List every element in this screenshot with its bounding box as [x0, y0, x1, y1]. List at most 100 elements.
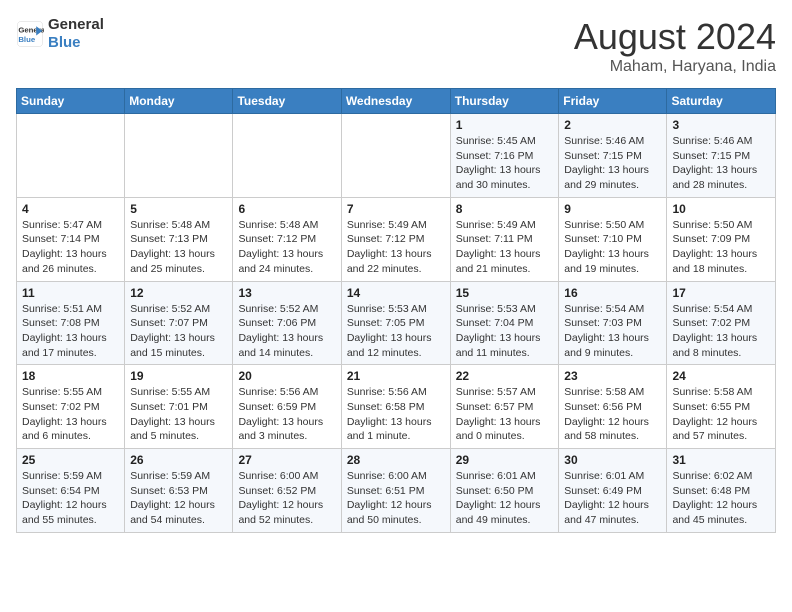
calendar-cell: 2 Sunrise: 5:46 AM Sunset: 7:15 PM Daylig… — [559, 114, 667, 198]
calendar-cell: 27 Sunrise: 6:00 AM Sunset: 6:52 PM Dayli… — [233, 449, 341, 533]
day-number: 22 — [456, 369, 554, 383]
day-info: Sunrise: 6:00 AM Sunset: 6:51 PM Dayligh… — [347, 469, 445, 528]
day-info: Sunrise: 5:49 AM Sunset: 7:11 PM Dayligh… — [456, 218, 554, 277]
day-number: 28 — [347, 453, 445, 467]
day-info: Sunrise: 5:53 AM Sunset: 7:05 PM Dayligh… — [347, 302, 445, 361]
day-number: 31 — [672, 453, 770, 467]
weekday-header-wednesday: Wednesday — [341, 89, 450, 114]
day-info: Sunrise: 5:55 AM Sunset: 7:02 PM Dayligh… — [22, 385, 119, 444]
calendar-cell — [341, 114, 450, 198]
calendar-cell: 17 Sunrise: 5:54 AM Sunset: 7:02 PM Dayli… — [667, 281, 776, 365]
calendar-cell: 9 Sunrise: 5:50 AM Sunset: 7:10 PM Daylig… — [559, 197, 667, 281]
day-info: Sunrise: 5:48 AM Sunset: 7:12 PM Dayligh… — [238, 218, 335, 277]
day-info: Sunrise: 5:59 AM Sunset: 6:54 PM Dayligh… — [22, 469, 119, 528]
day-info: Sunrise: 5:47 AM Sunset: 7:14 PM Dayligh… — [22, 218, 119, 277]
day-info: Sunrise: 5:55 AM Sunset: 7:01 PM Dayligh… — [130, 385, 227, 444]
day-info: Sunrise: 5:50 AM Sunset: 7:09 PM Dayligh… — [672, 218, 770, 277]
day-number: 6 — [238, 202, 335, 216]
calendar-cell: 16 Sunrise: 5:54 AM Sunset: 7:03 PM Dayli… — [559, 281, 667, 365]
calendar-cell: 24Sunrise: 5:58 AM Sunset: 6:55 PM Dayli… — [667, 365, 776, 449]
day-info: Sunrise: 6:01 AM Sunset: 6:49 PM Dayligh… — [564, 469, 661, 528]
day-info: Sunrise: 5:49 AM Sunset: 7:12 PM Dayligh… — [347, 218, 445, 277]
calendar-cell: 5 Sunrise: 5:48 AM Sunset: 7:13 PM Daylig… — [125, 197, 233, 281]
day-number: 13 — [238, 286, 335, 300]
day-number: 1 — [456, 118, 554, 132]
day-info: Sunrise: 5:58 AM Sunset: 6:55 PM Dayligh… — [672, 385, 770, 444]
day-number: 26 — [130, 453, 227, 467]
weekday-header-friday: Friday — [559, 89, 667, 114]
svg-text:Blue: Blue — [18, 35, 36, 44]
day-number: 3 — [672, 118, 770, 132]
day-number: 19 — [130, 369, 227, 383]
day-info: Sunrise: 5:58 AM Sunset: 6:56 PM Dayligh… — [564, 385, 661, 444]
day-number: 17 — [672, 286, 770, 300]
day-info: Sunrise: 5:59 AM Sunset: 6:53 PM Dayligh… — [130, 469, 227, 528]
day-info: Sunrise: 5:50 AM Sunset: 7:10 PM Dayligh… — [564, 218, 661, 277]
day-number: 27 — [238, 453, 335, 467]
weekday-header-tuesday: Tuesday — [233, 89, 341, 114]
weekday-header-saturday: Saturday — [667, 89, 776, 114]
month-year-title: August 2024 — [574, 16, 776, 58]
day-info: Sunrise: 5:52 AM Sunset: 7:06 PM Dayligh… — [238, 302, 335, 361]
calendar-table: SundayMondayTuesdayWednesdayThursdayFrid… — [16, 88, 776, 533]
day-info: Sunrise: 5:46 AM Sunset: 7:15 PM Dayligh… — [672, 134, 770, 193]
day-info: Sunrise: 5:54 AM Sunset: 7:03 PM Dayligh… — [564, 302, 661, 361]
calendar-cell: 30 Sunrise: 6:01 AM Sunset: 6:49 PM Dayli… — [559, 449, 667, 533]
day-number: 9 — [564, 202, 661, 216]
calendar-cell: 14Sunrise: 5:53 AM Sunset: 7:05 PM Dayli… — [341, 281, 450, 365]
day-number: 20 — [238, 369, 335, 383]
day-number: 10 — [672, 202, 770, 216]
day-number: 23 — [564, 369, 661, 383]
weekday-header-thursday: Thursday — [450, 89, 559, 114]
weekday-header-sunday: Sunday — [17, 89, 125, 114]
calendar-cell: 1 Sunrise: 5:45 AM Sunset: 7:16 PM Daylig… — [450, 114, 559, 198]
calendar-cell: 31 Sunrise: 6:02 AM Sunset: 6:48 PM Dayli… — [667, 449, 776, 533]
calendar-cell: 11 Sunrise: 5:51 AM Sunset: 7:08 PM Dayli… — [17, 281, 125, 365]
day-info: Sunrise: 5:46 AM Sunset: 7:15 PM Dayligh… — [564, 134, 661, 193]
day-info: Sunrise: 5:48 AM Sunset: 7:13 PM Dayligh… — [130, 218, 227, 277]
day-number: 11 — [22, 286, 119, 300]
calendar-cell: 25Sunrise: 5:59 AM Sunset: 6:54 PM Dayli… — [17, 449, 125, 533]
calendar-cell — [17, 114, 125, 198]
calendar-cell: 18Sunrise: 5:55 AM Sunset: 7:02 PM Dayli… — [17, 365, 125, 449]
day-number: 15 — [456, 286, 554, 300]
day-info: Sunrise: 5:56 AM Sunset: 6:59 PM Dayligh… — [238, 385, 335, 444]
day-info: Sunrise: 5:45 AM Sunset: 7:16 PM Dayligh… — [456, 134, 554, 193]
calendar-cell: 28 Sunrise: 6:00 AM Sunset: 6:51 PM Dayli… — [341, 449, 450, 533]
day-number: 2 — [564, 118, 661, 132]
day-number: 8 — [456, 202, 554, 216]
calendar-cell: 29 Sunrise: 6:01 AM Sunset: 6:50 PM Dayli… — [450, 449, 559, 533]
day-number: 5 — [130, 202, 227, 216]
day-info: Sunrise: 6:01 AM Sunset: 6:50 PM Dayligh… — [456, 469, 554, 528]
calendar-cell — [233, 114, 341, 198]
calendar-cell: 13 Sunrise: 5:52 AM Sunset: 7:06 PM Dayli… — [233, 281, 341, 365]
title-block: August 2024 Maham, Haryana, India — [574, 16, 776, 76]
logo-icon: General Blue — [16, 20, 44, 48]
calendar-cell: 20 Sunrise: 5:56 AM Sunset: 6:59 PM Dayli… — [233, 365, 341, 449]
day-number: 29 — [456, 453, 554, 467]
logo-text-general: General — [48, 16, 104, 34]
day-info: Sunrise: 5:51 AM Sunset: 7:08 PM Dayligh… — [22, 302, 119, 361]
day-number: 21 — [347, 369, 445, 383]
calendar-cell: 3 Sunrise: 5:46 AM Sunset: 7:15 PM Daylig… — [667, 114, 776, 198]
calendar-cell: 23 Sunrise: 5:58 AM Sunset: 6:56 PM Dayli… — [559, 365, 667, 449]
day-number: 30 — [564, 453, 661, 467]
logo: General Blue General Blue — [16, 16, 104, 52]
calendar-cell: 19 Sunrise: 5:55 AM Sunset: 7:01 PM Dayli… — [125, 365, 233, 449]
day-number: 4 — [22, 202, 119, 216]
day-info: Sunrise: 5:53 AM Sunset: 7:04 PM Dayligh… — [456, 302, 554, 361]
day-info: Sunrise: 5:57 AM Sunset: 6:57 PM Dayligh… — [456, 385, 554, 444]
logo-text-blue: Blue — [48, 34, 104, 52]
calendar-cell: 15 Sunrise: 5:53 AM Sunset: 7:04 PM Dayli… — [450, 281, 559, 365]
day-info: Sunrise: 5:54 AM Sunset: 7:02 PM Dayligh… — [672, 302, 770, 361]
weekday-header-monday: Monday — [125, 89, 233, 114]
day-number: 16 — [564, 286, 661, 300]
calendar-cell: 26 Sunrise: 5:59 AM Sunset: 6:53 PM Dayli… — [125, 449, 233, 533]
day-number: 7 — [347, 202, 445, 216]
day-info: Sunrise: 6:00 AM Sunset: 6:52 PM Dayligh… — [238, 469, 335, 528]
day-info: Sunrise: 6:02 AM Sunset: 6:48 PM Dayligh… — [672, 469, 770, 528]
calendar-cell: 6 Sunrise: 5:48 AM Sunset: 7:12 PM Daylig… — [233, 197, 341, 281]
day-number: 12 — [130, 286, 227, 300]
calendar-cell: 21Sunrise: 5:56 AM Sunset: 6:58 PM Dayli… — [341, 365, 450, 449]
calendar-cell: 22 Sunrise: 5:57 AM Sunset: 6:57 PM Dayli… — [450, 365, 559, 449]
